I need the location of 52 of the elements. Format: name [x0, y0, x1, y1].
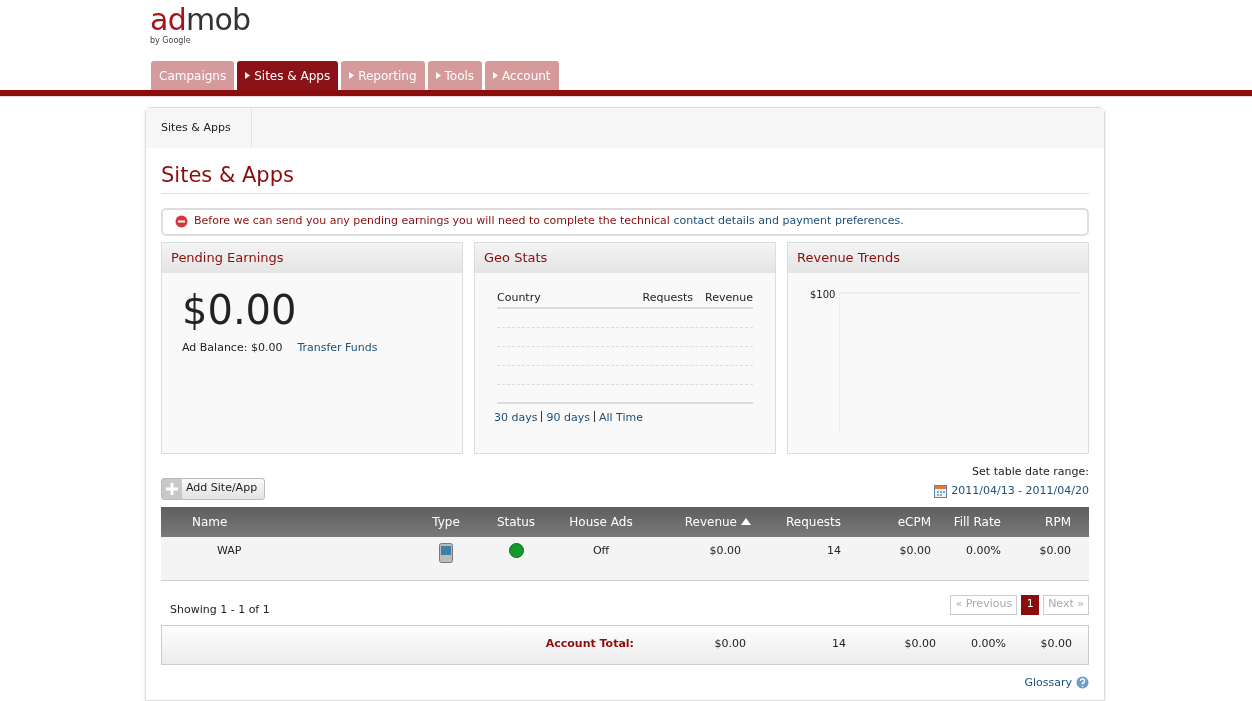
- table-cell-text: WAP: [216, 542, 243, 559]
- column-header: Requests: [641, 289, 693, 306]
- period-link[interactable]: All Time: [598, 410, 643, 427]
- table-cell-text: $0.00: [903, 636, 937, 653]
- panel-title: Revenue Trends: [797, 248, 901, 267]
- showing-count: Showing 1 - 1 of 1: [170, 602, 270, 618]
- panel-title: Geo Stats: [484, 248, 548, 267]
- date-range-link[interactable]: 2011/04/13 - 2011/04/20: [951, 483, 1089, 500]
- page-button[interactable]: 1: [1021, 594, 1040, 615]
- error-icon: [175, 215, 188, 228]
- alert-message: Before we can send you any pending earnings you will need to complete the technical contact details and payment preferences.: [194, 213, 904, 230]
- column-header: Revenue: [704, 289, 753, 306]
- page-title: Sites & Apps: [161, 160, 1089, 194]
- table-cell-text: $0.00: [713, 636, 747, 653]
- column-header[interactable]: eCPM: [851, 512, 941, 531]
- column-header: Country: [497, 289, 542, 306]
- panel-title: Pending Earnings: [171, 248, 284, 267]
- period-link[interactable]: 30 days: [494, 410, 538, 427]
- column-header[interactable]: Revenue: [651, 512, 761, 531]
- table-cell-text: Off: [591, 542, 611, 559]
- nav-tab[interactable]: Sites & Apps: [237, 61, 339, 90]
- table-cell-text: $0.00: [898, 542, 932, 559]
- phone-icon: [439, 542, 453, 563]
- help-icon: [1076, 676, 1089, 690]
- transfer-funds-link[interactable]: Transfer Funds: [297, 339, 378, 356]
- column-header[interactable]: Status: [481, 512, 551, 531]
- breadcrumb-link[interactable]: Sites & Apps: [161, 108, 252, 148]
- table-cell-text: 14: [826, 542, 842, 559]
- ad-balance: Ad Balance: $0.00: [182, 339, 283, 356]
- table-cell-text: 0.00%: [965, 542, 1002, 559]
- add-site-button[interactable]: Add Site/App: [161, 477, 266, 500]
- column-header[interactable]: Fill Rate: [941, 512, 1011, 531]
- table-cell-text: 14: [831, 636, 847, 653]
- column-header[interactable]: Name: [161, 512, 411, 531]
- table-cell-text: $0.00: [1039, 636, 1073, 653]
- period-link[interactable]: 90 days: [546, 410, 590, 427]
- calendar-icon: [934, 484, 948, 498]
- pending-amount: $0.00: [182, 289, 298, 330]
- glossary-link[interactable]: Glossary: [1024, 674, 1072, 691]
- admob-logo: admob by Google: [150, 3, 250, 47]
- table-cell-text: 0.00%: [970, 636, 1007, 653]
- date-range-label: Set table date range:: [972, 463, 1089, 480]
- sort-ascending-icon: [741, 518, 751, 525]
- plus-icon: [162, 478, 182, 499]
- y-axis-label: $100: [810, 287, 836, 302]
- column-header[interactable]: RPM: [1011, 512, 1081, 531]
- table-cell-text: $0.00: [1038, 542, 1072, 559]
- account-total-label: Account Total:: [544, 636, 635, 653]
- column-header[interactable]: Type: [411, 512, 481, 531]
- column-header[interactable]: House Ads: [551, 512, 651, 531]
- column-header[interactable]: Requests: [761, 512, 851, 531]
- table-cell-text: $0.00: [708, 542, 742, 559]
